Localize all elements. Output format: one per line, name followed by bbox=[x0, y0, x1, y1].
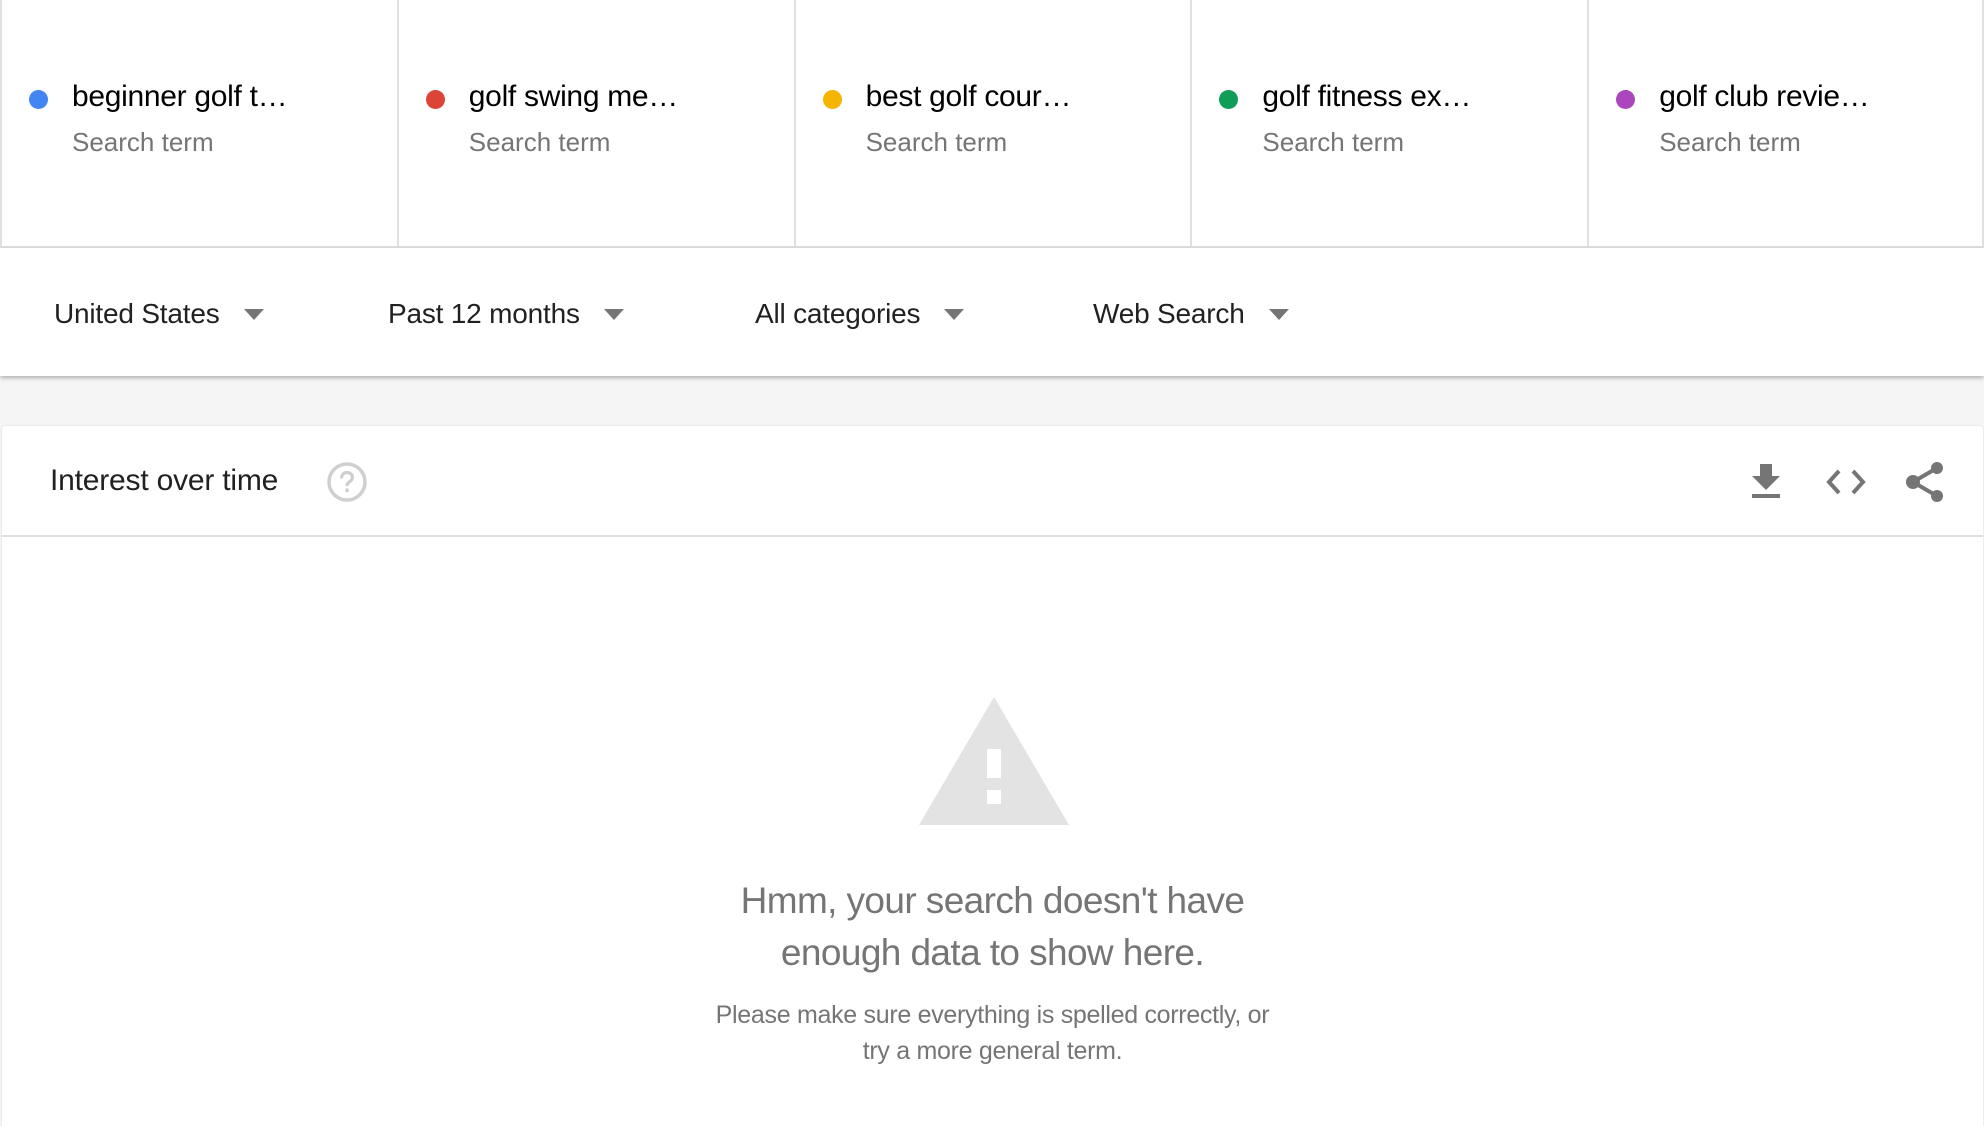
term-color-dot bbox=[29, 90, 48, 109]
empty-state-title: Hmm, your search doesn't have enough dat… bbox=[2, 875, 1983, 979]
term-type: Search term bbox=[1262, 127, 1404, 157]
term-color-dot bbox=[822, 90, 842, 109]
help-circle-icon[interactable] bbox=[326, 461, 368, 503]
caret-down-icon bbox=[243, 308, 264, 320]
empty-state-title-line: Hmm, your search doesn't have bbox=[740, 880, 1245, 921]
interest-over-time-card: Interest over time Hmm, your search does… bbox=[2, 426, 1983, 1126]
card-title: Interest over time bbox=[50, 464, 279, 497]
empty-state-subtitle-line: try a more general term. bbox=[862, 1037, 1123, 1065]
term-type: Search term bbox=[865, 127, 1008, 157]
empty-state-subtitle: Please make sure everything is spelled c… bbox=[2, 997, 1983, 1069]
category-dropdown[interactable]: All categories bbox=[755, 294, 965, 334]
term-label: best golf cour… bbox=[865, 80, 1072, 113]
search-term-card[interactable]: golf club revie… Search term bbox=[1587, 0, 1984, 246]
term-type: Search term bbox=[72, 127, 214, 157]
search-term-card[interactable]: best golf cour… Search term bbox=[793, 0, 1191, 246]
search-term-card[interactable]: golf fitness ex… Search term bbox=[1190, 0, 1587, 246]
search-term-card[interactable]: beginner golf t… Search term bbox=[0, 0, 397, 246]
filter-bar: United States Past 12 months All categor… bbox=[0, 248, 1984, 376]
term-type: Search term bbox=[468, 127, 611, 157]
term-label: golf fitness ex… bbox=[1262, 80, 1472, 113]
embed-button[interactable] bbox=[1823, 459, 1869, 505]
warning-icon bbox=[919, 697, 1069, 825]
term-label: golf club revie… bbox=[1659, 80, 1870, 113]
category-dropdown-label: All categories bbox=[755, 298, 921, 329]
empty-state-title-line: enough data to show here. bbox=[780, 932, 1205, 973]
code-embed-icon bbox=[1826, 469, 1866, 495]
term-color-dot bbox=[1219, 90, 1239, 109]
share-icon bbox=[1906, 462, 1943, 502]
search-term-card[interactable]: golf swing me… Search term bbox=[396, 0, 794, 246]
term-label: golf swing me… bbox=[468, 80, 679, 113]
time-range-dropdown[interactable]: Past 12 months bbox=[388, 294, 624, 334]
caret-down-icon bbox=[1268, 308, 1289, 320]
caret-down-icon bbox=[603, 308, 624, 320]
search-type-dropdown-label: Web Search bbox=[1093, 298, 1245, 329]
term-type: Search term bbox=[1659, 127, 1801, 157]
download-button[interactable] bbox=[1743, 459, 1789, 505]
time-range-dropdown-label: Past 12 months bbox=[388, 298, 580, 329]
search-type-dropdown[interactable]: Web Search bbox=[1093, 294, 1289, 334]
card-header: Interest over time bbox=[2, 426, 1983, 537]
share-button[interactable] bbox=[1902, 459, 1948, 505]
term-color-dot bbox=[425, 90, 445, 109]
region-dropdown[interactable]: United States bbox=[54, 294, 264, 334]
region-dropdown-label: United States bbox=[54, 298, 220, 329]
term-color-dot bbox=[1616, 90, 1636, 109]
empty-state-subtitle-line: Please make sure everything is spelled c… bbox=[715, 1001, 1270, 1029]
term-label: beginner golf t… bbox=[72, 80, 288, 113]
caret-down-icon bbox=[944, 308, 965, 320]
download-icon bbox=[1752, 464, 1780, 498]
search-term-cards: beginner golf t… Search term golf swing … bbox=[0, 0, 1984, 248]
